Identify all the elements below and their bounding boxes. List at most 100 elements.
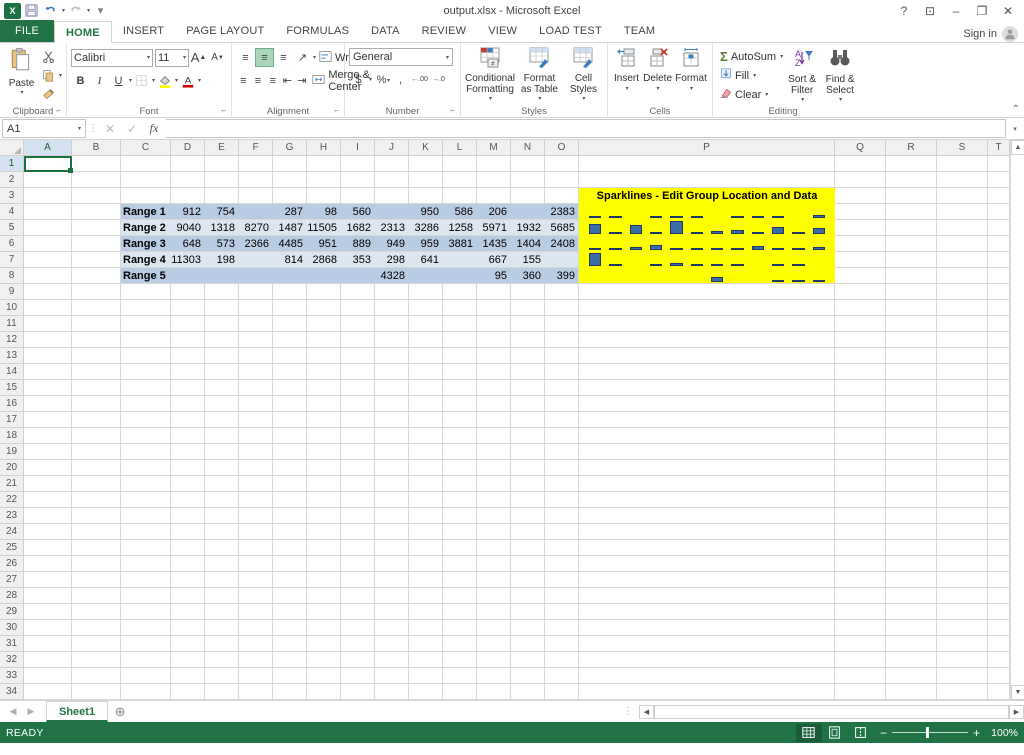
range-label[interactable]: Range 2 xyxy=(123,220,169,236)
scroll-right-button[interactable]: ▶ xyxy=(1009,704,1024,719)
row-header-8[interactable]: 8 xyxy=(0,268,24,284)
delete-cells-button[interactable]: Delete ▾ xyxy=(641,46,674,93)
cell-styles-button[interactable]: Cell Styles ▾ xyxy=(564,46,603,103)
data-cell[interactable]: 206 xyxy=(477,204,507,220)
data-cell[interactable]: 98 xyxy=(307,204,337,220)
fill-button[interactable]: Fill ▾ xyxy=(717,66,783,85)
column-header-b[interactable]: B xyxy=(72,140,121,156)
scroll-up-button[interactable]: ▲ xyxy=(1011,140,1024,155)
zoom-thumb[interactable] xyxy=(925,727,929,738)
data-cell[interactable]: 950 xyxy=(409,204,439,220)
number-format-dropdown-icon[interactable]: ▾ xyxy=(446,54,449,61)
row-header-33[interactable]: 33 xyxy=(0,668,24,684)
split-handle[interactable]: ⋮ xyxy=(623,706,633,717)
data-cell[interactable]: 11505 xyxy=(307,220,337,236)
row-header-21[interactable]: 21 xyxy=(0,476,24,492)
vertical-scroll-thumb[interactable] xyxy=(1011,156,1024,216)
conditional-formatting-dropdown-icon[interactable]: ▾ xyxy=(489,95,492,102)
number-dialog-launcher[interactable]: ⌐ xyxy=(450,104,455,117)
percent-style-icon[interactable]: % xyxy=(372,70,391,89)
column-header-o[interactable]: O xyxy=(545,140,579,156)
data-cell[interactable]: 1404 xyxy=(511,236,541,252)
minimize-button[interactable]: – xyxy=(943,1,969,20)
clipboard-dialog-launcher[interactable]: ⌐ xyxy=(56,104,61,117)
data-cell[interactable]: 198 xyxy=(205,252,235,268)
ribbon-display-options-button[interactable]: ⊡ xyxy=(917,1,943,20)
autosum-button[interactable]: Σ AutoSum xyxy=(717,47,779,66)
data-cell[interactable]: 5685 xyxy=(545,220,575,236)
borders-icon[interactable] xyxy=(132,71,151,90)
row-header-11[interactable]: 11 xyxy=(0,316,24,332)
zoom-slider[interactable]: − + xyxy=(880,726,980,740)
bold-button[interactable]: B xyxy=(71,71,90,90)
row-header-2[interactable]: 2 xyxy=(0,172,24,188)
row-header-4[interactable]: 4 xyxy=(0,204,24,220)
name-box-dropdown-icon[interactable]: ▾ xyxy=(78,125,81,132)
fill-dropdown-icon[interactable]: ▾ xyxy=(753,72,756,79)
data-cell[interactable]: 95 xyxy=(477,268,507,284)
data-cell[interactable]: 959 xyxy=(409,236,439,252)
format-cells-button[interactable]: Format ▾ xyxy=(674,46,708,93)
data-cell[interactable]: 4485 xyxy=(273,236,303,252)
row-header-20[interactable]: 20 xyxy=(0,460,24,476)
sort-filter-dropdown-icon[interactable]: ▾ xyxy=(801,96,804,103)
data-cell[interactable]: 2313 xyxy=(375,220,405,236)
horizontal-scrollbar[interactable] xyxy=(654,704,1009,719)
data-cell[interactable]: 951 xyxy=(307,236,337,252)
row-header-9[interactable]: 9 xyxy=(0,284,24,300)
collapse-ribbon-button[interactable]: ⌃ xyxy=(1012,104,1020,115)
font-name-input[interactable]: Calibri ▾ xyxy=(71,48,153,67)
row-header-5[interactable]: 5 xyxy=(0,220,24,236)
insert-dropdown-icon[interactable]: ▾ xyxy=(626,85,629,92)
format-as-table-dropdown-icon[interactable]: ▾ xyxy=(538,95,541,102)
column-header-q[interactable]: Q xyxy=(835,140,886,156)
data-cell[interactable]: 3881 xyxy=(443,236,473,252)
accounting-format-icon[interactable]: $ xyxy=(349,70,368,89)
find-select-button[interactable]: Find & Select ▾ xyxy=(821,47,859,104)
row-header-34[interactable]: 34 xyxy=(0,684,24,700)
zoom-level-label[interactable]: 100% xyxy=(986,727,1018,739)
copy-icon[interactable] xyxy=(39,66,58,85)
column-header-d[interactable]: D xyxy=(171,140,205,156)
row-header-17[interactable]: 17 xyxy=(0,412,24,428)
row-header-24[interactable]: 24 xyxy=(0,524,24,540)
column-header-g[interactable]: G xyxy=(273,140,307,156)
comma-style-icon[interactable]: , xyxy=(391,70,410,89)
clear-dropdown-icon[interactable]: ▾ xyxy=(765,91,768,98)
restore-button[interactable]: ❐ xyxy=(969,1,995,20)
column-header-r[interactable]: R xyxy=(886,140,937,156)
row-header-7[interactable]: 7 xyxy=(0,252,24,268)
zoom-track[interactable] xyxy=(891,727,968,738)
data-cell[interactable]: 754 xyxy=(205,204,235,220)
conditional-formatting-button[interactable]: ≠ Conditional Formatting ▾ xyxy=(465,46,515,103)
help-button[interactable]: ? xyxy=(891,1,917,20)
zoom-in-button[interactable]: + xyxy=(973,726,980,740)
data-cell[interactable]: 2383 xyxy=(545,204,575,220)
row-header-18[interactable]: 18 xyxy=(0,428,24,444)
row-header-1[interactable]: 1 xyxy=(0,156,24,172)
format-painter-icon[interactable] xyxy=(39,85,58,104)
row-header-26[interactable]: 26 xyxy=(0,556,24,572)
row-header-28[interactable]: 28 xyxy=(0,588,24,604)
sheet-tab-sheet1[interactable]: Sheet1 xyxy=(46,701,109,722)
scroll-left-button[interactable]: ◀ xyxy=(639,704,654,719)
column-header-i[interactable]: I xyxy=(341,140,375,156)
row-header-27[interactable]: 27 xyxy=(0,572,24,588)
range-label[interactable]: Range 4 xyxy=(123,252,169,268)
cancel-formula-icon[interactable]: ✕ xyxy=(100,119,120,138)
align-center-icon[interactable]: ≡ xyxy=(251,71,266,90)
row-header-16[interactable]: 16 xyxy=(0,396,24,412)
range-label[interactable]: Range 5 xyxy=(123,268,169,284)
data-cell[interactable]: 1435 xyxy=(477,236,507,252)
cut-icon[interactable] xyxy=(39,47,58,66)
find-select-dropdown-icon[interactable]: ▾ xyxy=(839,96,842,103)
formula-input[interactable] xyxy=(166,119,1006,138)
signin-label[interactable]: Sign in xyxy=(963,28,997,40)
insert-function-icon[interactable]: fx xyxy=(144,119,164,138)
data-cell[interactable]: 2868 xyxy=(307,252,337,268)
select-all-button[interactable] xyxy=(0,140,24,156)
page-layout-view-icon[interactable] xyxy=(822,724,848,742)
align-left-icon[interactable]: ≡ xyxy=(236,71,251,90)
table-row[interactable] xyxy=(121,268,578,283)
column-header-h[interactable]: H xyxy=(307,140,341,156)
